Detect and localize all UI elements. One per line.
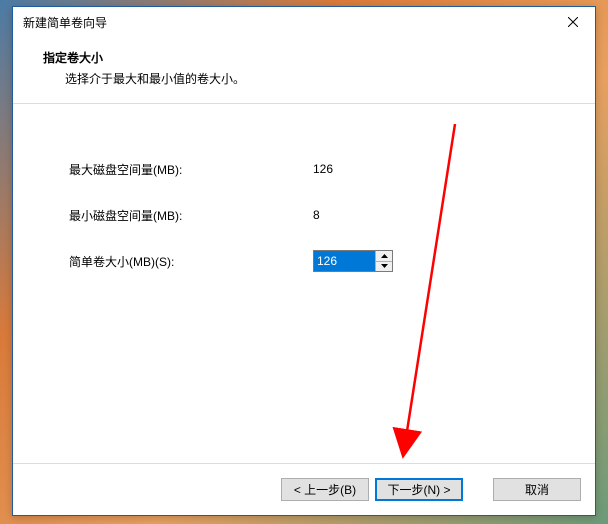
page-subtitle: 选择介于最大和最小值的卷大小。: [65, 70, 575, 87]
wizard-content: 最大磁盘空间量(MB): 126 最小磁盘空间量(MB): 8 简单卷大小(MB…: [13, 104, 595, 463]
min-space-row: 最小磁盘空间量(MB): 8: [69, 204, 565, 226]
volume-size-input[interactable]: [314, 251, 375, 271]
volume-size-label: 简单卷大小(MB)(S):: [69, 253, 313, 270]
close-button[interactable]: [550, 7, 595, 37]
volume-size-row: 简单卷大小(MB)(S):: [69, 250, 565, 272]
wizard-dialog: 新建简单卷向导 指定卷大小 选择介于最大和最小值的卷大小。 最大磁盘空间量(MB…: [12, 6, 596, 516]
chevron-down-icon: [381, 264, 388, 268]
min-space-value: 8: [313, 208, 320, 222]
spinner-buttons: [375, 251, 392, 271]
volume-size-spinner: [313, 250, 393, 272]
spinner-down-button[interactable]: [376, 262, 392, 272]
wizard-header: 指定卷大小 选择介于最大和最小值的卷大小。: [13, 37, 595, 104]
page-title: 指定卷大小: [43, 49, 575, 66]
chevron-up-icon: [381, 254, 388, 258]
max-space-value: 126: [313, 162, 333, 176]
spinner-up-button[interactable]: [376, 251, 392, 262]
back-button[interactable]: < 上一步(B): [281, 478, 369, 501]
next-button[interactable]: 下一步(N) >: [375, 478, 463, 501]
wizard-buttons: < 上一步(B) 下一步(N) > 取消: [13, 463, 595, 515]
titlebar: 新建简单卷向导: [13, 7, 595, 37]
max-space-row: 最大磁盘空间量(MB): 126: [69, 158, 565, 180]
window-title: 新建简单卷向导: [23, 14, 550, 31]
min-space-label: 最小磁盘空间量(MB):: [69, 207, 313, 224]
close-icon: [568, 17, 578, 27]
max-space-label: 最大磁盘空间量(MB):: [69, 161, 313, 178]
cancel-button[interactable]: 取消: [493, 478, 581, 501]
